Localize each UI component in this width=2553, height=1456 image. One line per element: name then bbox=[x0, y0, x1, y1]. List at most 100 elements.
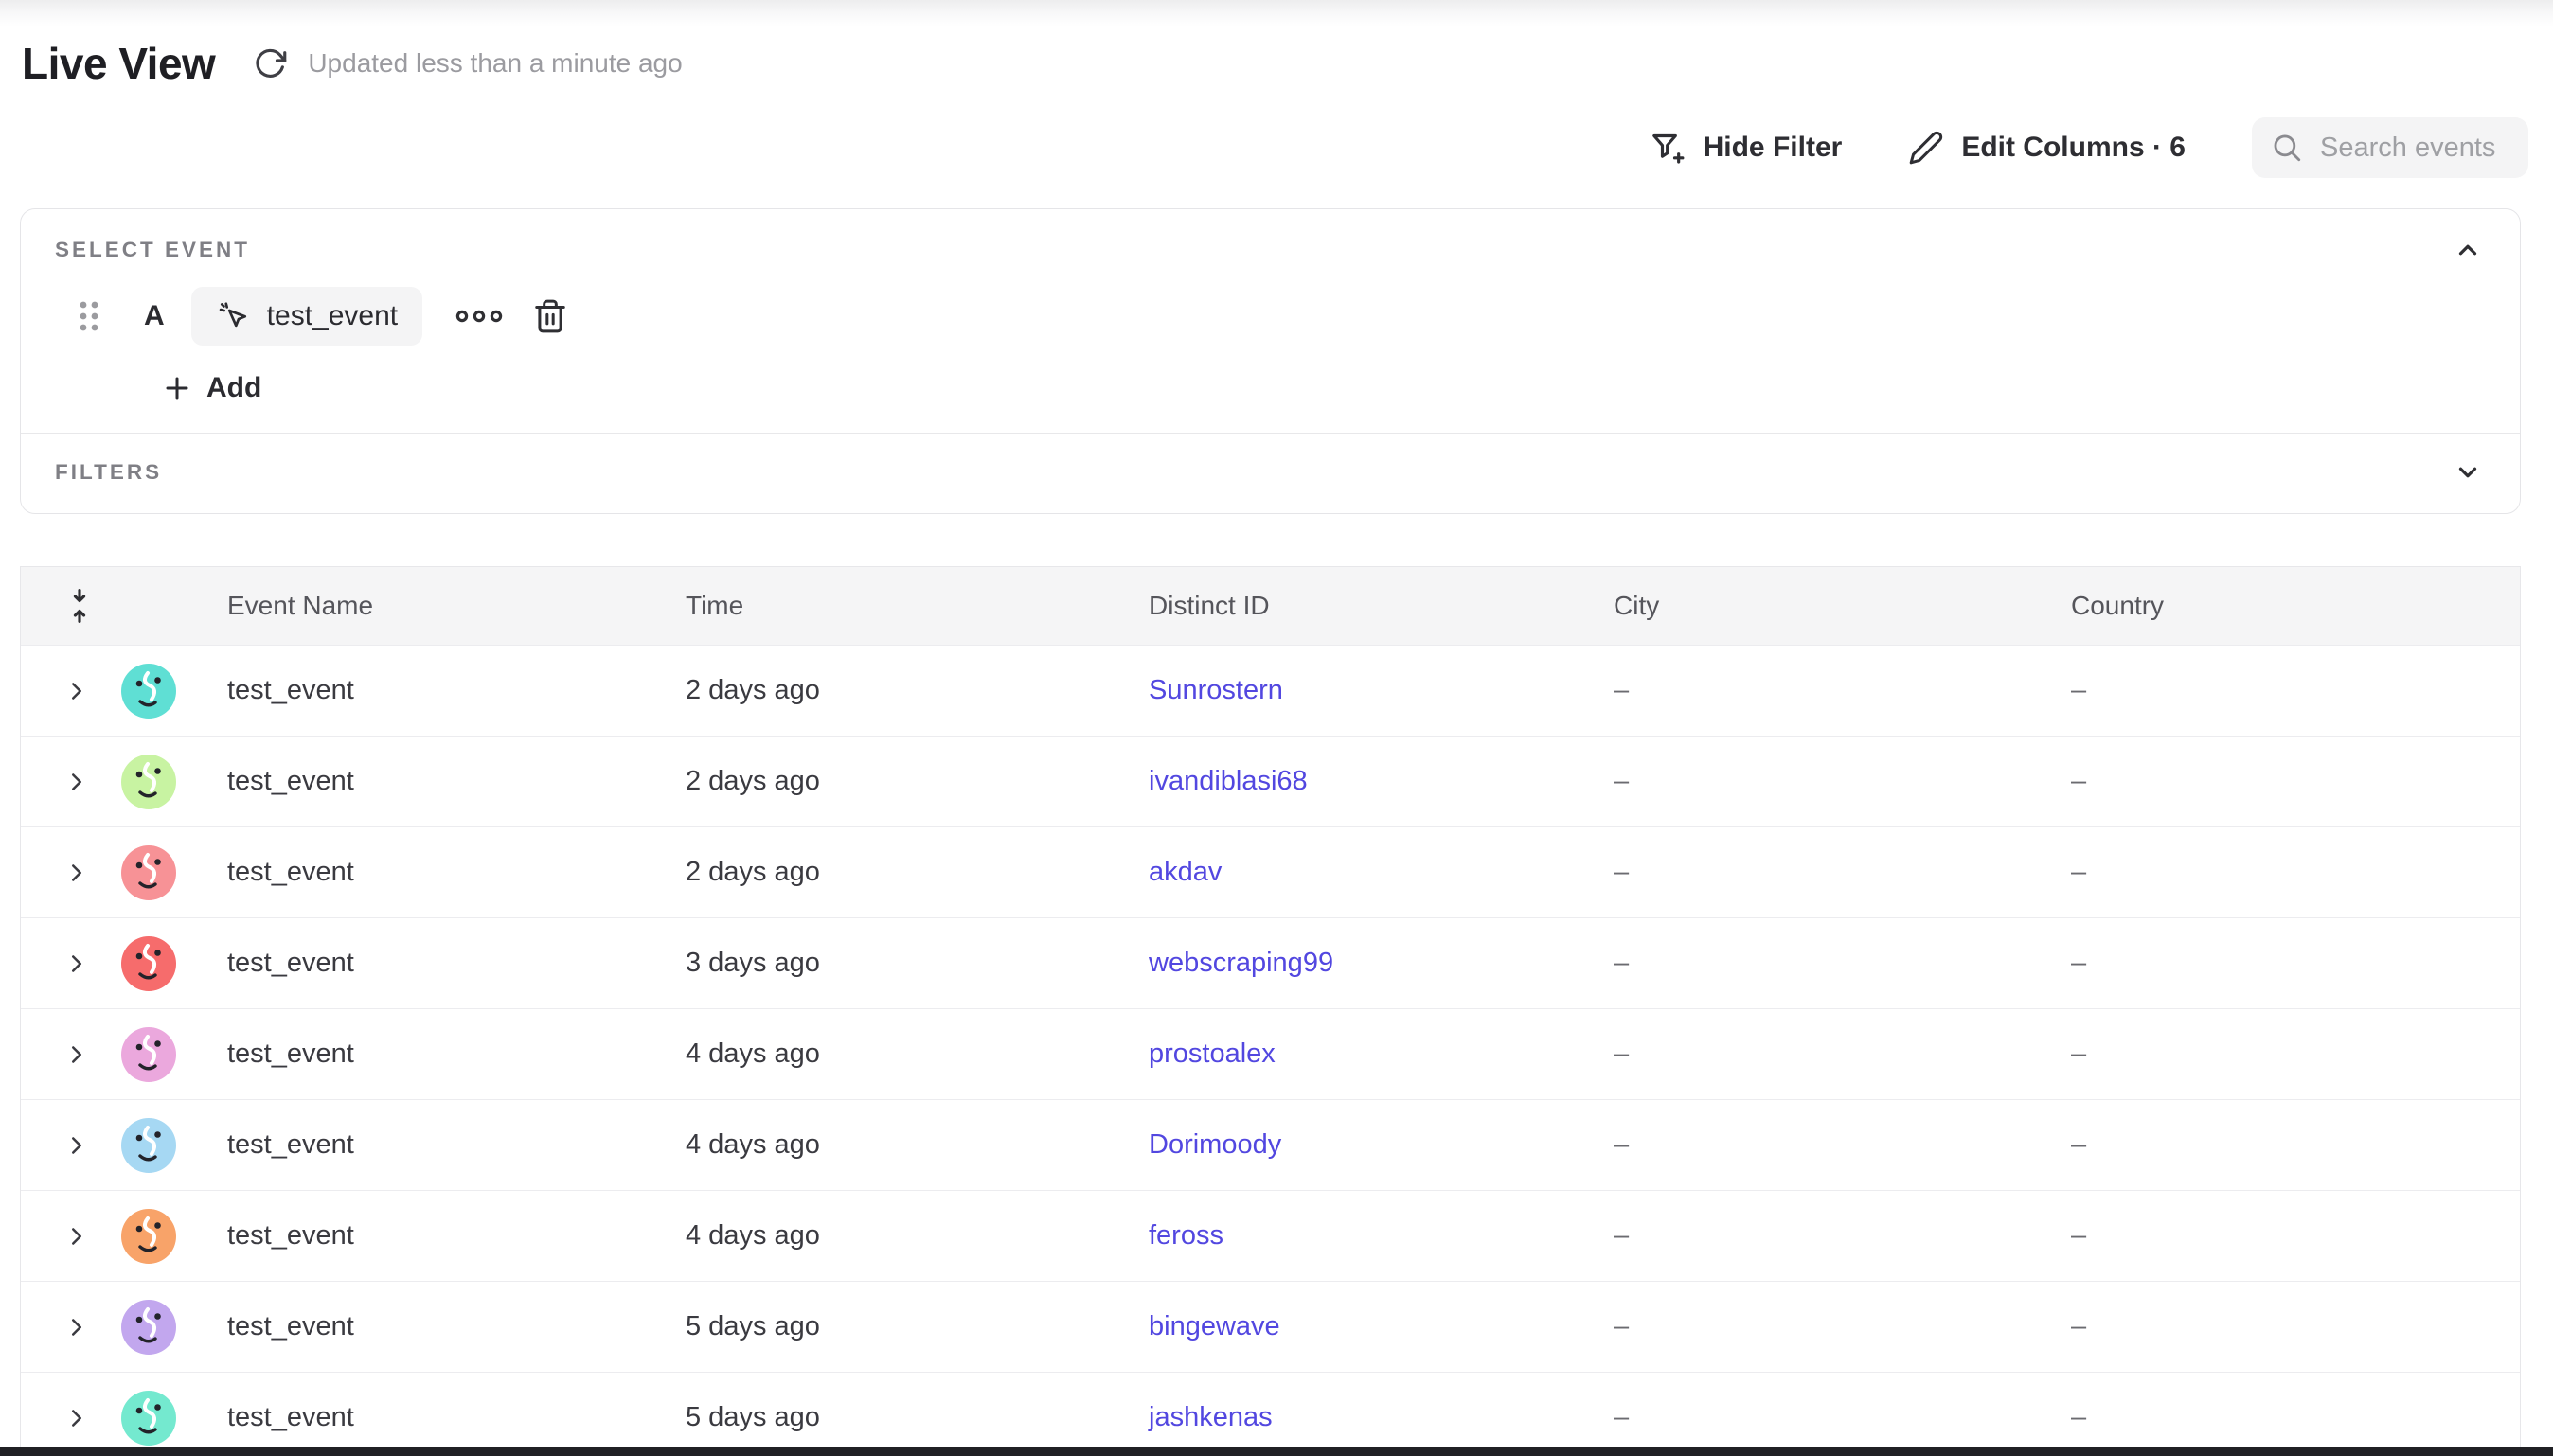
toolbar: Hide Filter Edit Columns · 6 bbox=[0, 89, 2553, 178]
time-cell: 4 days ago bbox=[649, 1129, 1112, 1161]
distinct-id-link[interactable]: prostoalex bbox=[1149, 1039, 1276, 1069]
expand-row-button[interactable] bbox=[62, 1040, 91, 1069]
time-cell: 4 days ago bbox=[649, 1039, 1112, 1070]
time-cell: 2 days ago bbox=[649, 857, 1112, 888]
plus-icon bbox=[163, 374, 191, 402]
city-cell: – bbox=[1577, 766, 2034, 797]
distinct-id-link[interactable]: Sunrostern bbox=[1149, 675, 1283, 705]
event-name-cell: test_event bbox=[190, 1129, 649, 1161]
chevron-right-icon bbox=[62, 1040, 91, 1069]
expand-row-button[interactable] bbox=[62, 950, 91, 978]
top-edge-fade bbox=[0, 0, 2553, 27]
country-cell: – bbox=[2034, 857, 2520, 888]
distinct-id-cell: jashkenas bbox=[1112, 1402, 1577, 1433]
search-input[interactable] bbox=[2320, 133, 2509, 164]
city-cell: – bbox=[1577, 857, 2034, 888]
drag-handle[interactable] bbox=[76, 298, 102, 334]
column-header-distinct-id[interactable]: Distinct ID bbox=[1112, 591, 1577, 621]
add-event-button[interactable]: Add bbox=[163, 372, 261, 404]
user-avatar bbox=[121, 1300, 176, 1355]
expand-row-button[interactable] bbox=[62, 1131, 91, 1160]
chevron-right-icon bbox=[62, 1131, 91, 1160]
city-cell: – bbox=[1577, 1039, 2034, 1070]
event-select-chip[interactable]: test_event bbox=[191, 287, 422, 346]
table-header-row: Event Name Time Distinct ID City Country bbox=[21, 567, 2520, 645]
search-box[interactable] bbox=[2252, 117, 2528, 178]
country-cell: – bbox=[2034, 1039, 2520, 1070]
expand-row-button[interactable] bbox=[62, 1313, 91, 1341]
table-row[interactable]: test_event 5 days ago bingewave – – bbox=[21, 1281, 2520, 1372]
event-name-cell: test_event bbox=[190, 766, 649, 797]
distinct-id-cell: webscraping99 bbox=[1112, 948, 1577, 979]
distinct-id-cell: ivandiblasi68 bbox=[1112, 766, 1577, 797]
distinct-id-link[interactable]: akdav bbox=[1149, 857, 1222, 887]
table-row[interactable]: test_event 4 days ago Dorimoody – – bbox=[21, 1099, 2520, 1190]
expand-row-button[interactable] bbox=[62, 677, 91, 705]
distinct-id-link[interactable]: bingewave bbox=[1149, 1311, 1280, 1341]
event-name-cell: test_event bbox=[190, 1402, 649, 1433]
events-table: Event Name Time Distinct ID City Country bbox=[20, 566, 2521, 1456]
distinct-id-cell: Dorimoody bbox=[1112, 1129, 1577, 1161]
country-cell: – bbox=[2034, 1402, 2520, 1433]
distinct-id-link[interactable]: webscraping99 bbox=[1149, 948, 1333, 978]
column-header-city[interactable]: City bbox=[1577, 591, 2034, 621]
distinct-id-link[interactable]: feross bbox=[1149, 1220, 1223, 1251]
table-row[interactable]: test_event 3 days ago webscraping99 – – bbox=[21, 917, 2520, 1008]
series-letter: A bbox=[144, 300, 165, 332]
table-row[interactable]: test_event 5 days ago jashkenas – – bbox=[21, 1372, 2520, 1456]
delete-event-button[interactable] bbox=[532, 298, 568, 334]
chevron-down-icon bbox=[2454, 458, 2482, 487]
filter-plus-icon bbox=[1649, 129, 1687, 167]
table-row[interactable]: test_event 4 days ago feross – – bbox=[21, 1190, 2520, 1281]
table-row[interactable]: test_event 2 days ago ivandiblasi68 – – bbox=[21, 736, 2520, 826]
event-options-button[interactable] bbox=[455, 309, 504, 324]
column-header-time[interactable]: Time bbox=[649, 591, 1112, 621]
filters-label: FILTERS bbox=[55, 460, 162, 485]
drag-handle-icon bbox=[76, 298, 102, 334]
bottom-dark-bar bbox=[0, 1447, 2553, 1456]
table-body: test_event 2 days ago Sunrostern – – bbox=[21, 645, 2520, 1456]
distinct-id-link[interactable]: Dorimoody bbox=[1149, 1129, 1281, 1160]
expand-row-button[interactable] bbox=[62, 768, 91, 796]
collapse-all-rows-button[interactable] bbox=[62, 587, 97, 625]
chevron-right-icon bbox=[62, 950, 91, 978]
distinct-id-cell: Sunrostern bbox=[1112, 675, 1577, 706]
country-cell: – bbox=[2034, 1311, 2520, 1342]
chevron-right-icon bbox=[62, 677, 91, 705]
user-avatar bbox=[121, 1118, 176, 1173]
time-cell: 5 days ago bbox=[649, 1402, 1112, 1433]
collapse-rows-icon bbox=[62, 587, 97, 625]
chevron-right-icon bbox=[62, 1404, 91, 1432]
query-builder-panel: SELECT EVENT A bbox=[20, 208, 2521, 514]
page-header: Live View Updated less than a minute ago bbox=[0, 27, 2553, 89]
city-cell: – bbox=[1577, 948, 2034, 979]
hide-filter-button[interactable]: Hide Filter bbox=[1649, 129, 1843, 167]
edit-columns-button[interactable]: Edit Columns · 6 bbox=[1908, 130, 2186, 166]
distinct-id-link[interactable]: ivandiblasi68 bbox=[1149, 766, 1308, 796]
collapse-section-button[interactable] bbox=[2454, 236, 2482, 264]
column-header-country[interactable]: Country bbox=[2034, 591, 2520, 621]
time-cell: 3 days ago bbox=[649, 948, 1112, 979]
select-event-label: SELECT EVENT bbox=[55, 238, 250, 262]
expand-row-button[interactable] bbox=[62, 859, 91, 887]
chevron-right-icon bbox=[62, 1222, 91, 1251]
city-cell: – bbox=[1577, 1311, 2034, 1342]
refresh-button[interactable] bbox=[253, 46, 287, 80]
distinct-id-cell: feross bbox=[1112, 1220, 1577, 1252]
cursor-click-icon bbox=[216, 299, 250, 333]
table-row[interactable]: test_event 2 days ago akdav – – bbox=[21, 826, 2520, 917]
distinct-id-link[interactable]: jashkenas bbox=[1149, 1402, 1273, 1432]
column-header-event-name[interactable]: Event Name bbox=[190, 591, 649, 621]
event-query-row: A test_event bbox=[76, 287, 2520, 346]
expand-row-button[interactable] bbox=[62, 1222, 91, 1251]
event-name-cell: test_event bbox=[190, 857, 649, 888]
time-cell: 4 days ago bbox=[649, 1220, 1112, 1252]
expand-row-button[interactable] bbox=[62, 1404, 91, 1432]
table-row[interactable]: test_event 4 days ago prostoalex – – bbox=[21, 1008, 2520, 1099]
filters-section[interactable]: FILTERS bbox=[21, 434, 2520, 513]
refresh-icon bbox=[253, 46, 287, 80]
table-row[interactable]: test_event 2 days ago Sunrostern – – bbox=[21, 645, 2520, 736]
city-cell: – bbox=[1577, 1220, 2034, 1252]
event-name-cell: test_event bbox=[190, 675, 649, 706]
city-cell: – bbox=[1577, 1402, 2034, 1433]
